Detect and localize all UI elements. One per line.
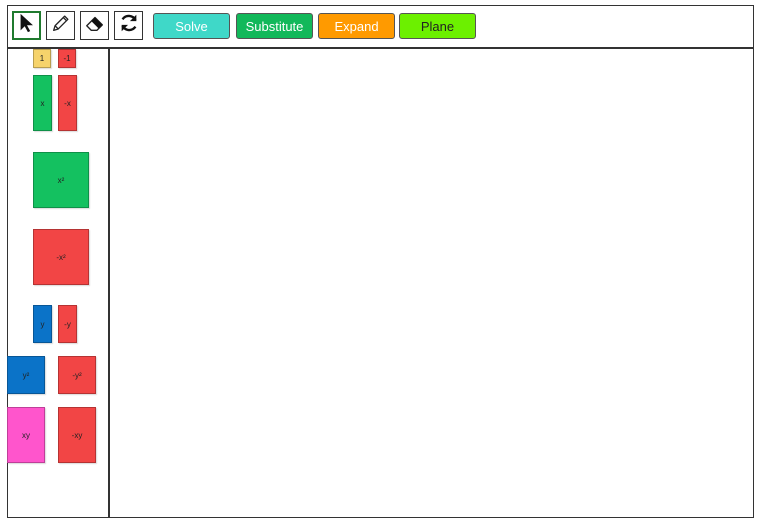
tile-x[interactable]: x: [33, 75, 52, 131]
solve-button[interactable]: Solve: [153, 13, 230, 39]
tile-y-squared[interactable]: y²: [7, 356, 45, 394]
tile-one[interactable]: 1: [33, 49, 51, 68]
expand-button[interactable]: Expand: [318, 13, 395, 39]
select-tool-button[interactable]: [12, 11, 41, 40]
tile-x-squared[interactable]: x²: [33, 152, 89, 208]
arrow-pointer-icon: [16, 12, 38, 39]
plane-button[interactable]: Plane: [399, 13, 476, 39]
tile-neg-x-squared[interactable]: -x²: [33, 229, 89, 285]
refresh-icon: [118, 12, 140, 39]
tile-neg-y[interactable]: -y: [58, 305, 77, 343]
pencil-tool-button[interactable]: [46, 11, 75, 40]
toolbar: Solve Substitute Expand Plane: [7, 5, 754, 49]
refresh-tool-button[interactable]: [114, 11, 143, 40]
tile-xy[interactable]: xy: [7, 407, 45, 463]
pencil-icon: [50, 12, 72, 39]
eraser-icon: [84, 12, 106, 39]
tile-neg-x[interactable]: -x: [58, 75, 77, 131]
workspace-canvas[interactable]: [110, 49, 753, 517]
tile-neg-y-squared[interactable]: -y²: [58, 356, 96, 394]
tile-palette: 1 -1 x -x x² -x² y -y y² -y² xy -xy: [7, 49, 110, 518]
tile-neg-one[interactable]: -1: [58, 49, 76, 68]
eraser-tool-button[interactable]: [80, 11, 109, 40]
tile-y[interactable]: y: [33, 305, 52, 343]
substitute-button[interactable]: Substitute: [236, 13, 313, 39]
tile-neg-xy[interactable]: -xy: [58, 407, 96, 463]
